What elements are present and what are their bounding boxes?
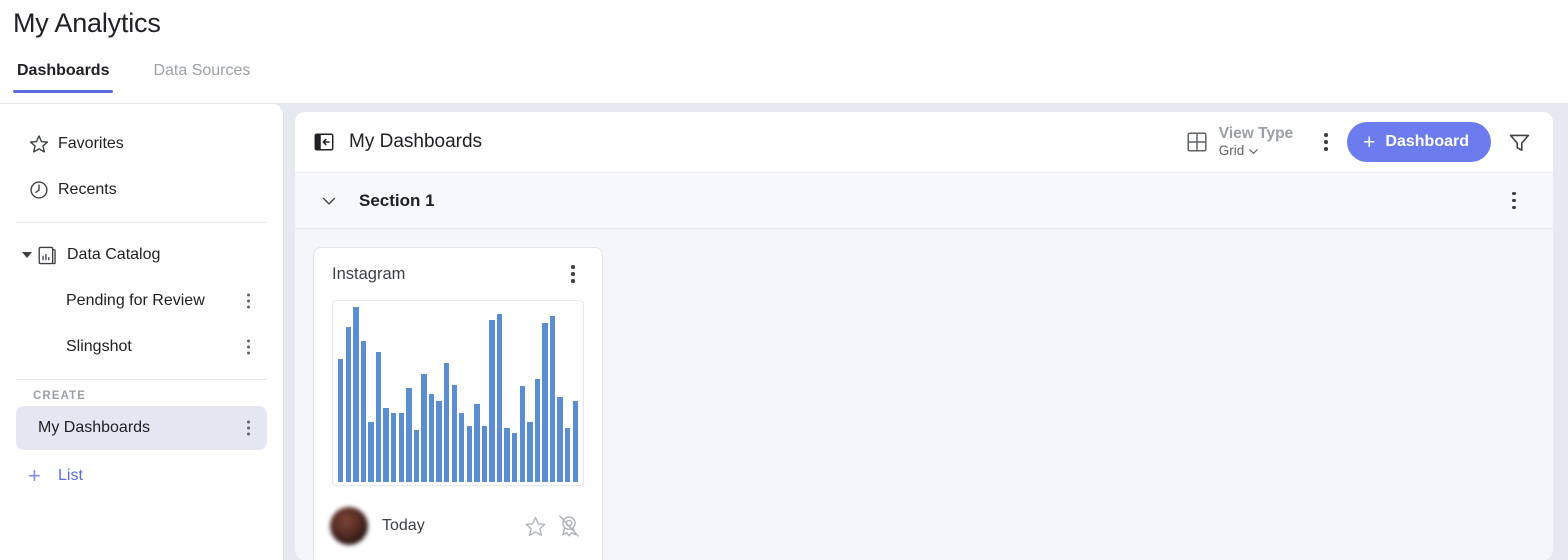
bar-11 (413, 429, 420, 482)
view-type-text: View Type Grid (1219, 125, 1293, 159)
section-header: Section 1 (295, 173, 1553, 229)
sidebar-add-list-label: List (58, 467, 83, 484)
page-body: Favorites Recents Data Catalog Pending f… (0, 104, 1568, 560)
card-chart (332, 300, 584, 486)
star-outline-icon[interactable] (518, 509, 552, 543)
catalog-icon (35, 244, 67, 267)
bar-22 (496, 314, 503, 482)
section-title: Section 1 (359, 190, 435, 210)
card-timestamp: Today (382, 517, 425, 534)
bar-12 (421, 373, 427, 482)
card-footer: Today (314, 486, 602, 560)
main-panel: My Dashboards View Type Grid + Dashboard… (295, 112, 1553, 560)
plus-icon: + (28, 463, 41, 488)
section-collapse-toggle[interactable] (315, 187, 343, 215)
sidebar-group-label-create: CREATE (33, 390, 87, 402)
panel-toolbar: My Dashboards View Type Grid + Dashboard (295, 112, 1553, 173)
sidebar-divider-2 (16, 379, 267, 380)
sidebar-item-menu-button[interactable] (239, 420, 257, 436)
card-title: Instagram (332, 264, 406, 283)
panel-title: My Dashboards (349, 131, 483, 152)
bar-26 (527, 422, 533, 482)
tab-bar: Dashboards Data Sources (13, 62, 290, 93)
bar-2 (345, 326, 352, 482)
sidebar-item-label: Slingshot (66, 338, 132, 355)
sidebar-divider-1 (16, 222, 267, 223)
sidebar-item-favorites[interactable]: Favorites (16, 122, 267, 166)
bar-23 (504, 427, 510, 482)
bar-9 (398, 413, 404, 482)
view-type-value: Grid (1218, 143, 1245, 159)
top-header: My Analytics Dashboards Data Sources (0, 0, 1568, 104)
bar-17 (459, 413, 465, 482)
cards-area: Instagram Today (295, 229, 1553, 560)
sidebar-item-recents[interactable]: Recents (16, 168, 267, 212)
bar-18 (466, 426, 473, 482)
bar-7 (383, 408, 389, 482)
bar-8 (391, 413, 397, 482)
sidebar-item-label: My Dashboards (38, 419, 151, 436)
bar-20 (481, 426, 488, 482)
bar-10 (406, 388, 412, 482)
sidebar-item-label: Pending for Review (66, 292, 205, 309)
bar-25 (519, 386, 525, 482)
bar-27 (534, 379, 541, 482)
view-type-label: View Type (1218, 125, 1294, 143)
bar-14 (436, 400, 442, 482)
add-dashboard-button[interactable]: + Dashboard (1347, 122, 1491, 162)
bar-1 (338, 359, 344, 482)
bar-30 (557, 397, 563, 482)
section-more-menu-button[interactable] (1499, 184, 1529, 218)
filter-icon[interactable] (1499, 122, 1539, 162)
view-type-value-row: Grid (1219, 143, 1293, 159)
certify-off-icon[interactable] (552, 509, 586, 543)
sidebar: Favorites Recents Data Catalog Pending f… (0, 104, 283, 560)
page-title: My Analytics (13, 8, 161, 38)
bar-3 (353, 307, 359, 482)
sidebar-add-list-button[interactable]: + List (16, 456, 267, 496)
sidebar-item-pending-for-review[interactable]: Pending for Review (16, 279, 267, 323)
sidebar-item-slingshot[interactable]: Slingshot (16, 325, 267, 369)
bar-16 (451, 384, 457, 482)
bar-chart-bars (337, 307, 579, 482)
dashboard-card[interactable]: Instagram Today (313, 247, 603, 560)
card-more-menu-button[interactable] (558, 257, 588, 291)
bar-13 (428, 393, 435, 482)
bar-4 (360, 341, 367, 482)
sidebar-item-data-catalog[interactable]: Data Catalog (16, 233, 267, 277)
bar-29 (549, 316, 556, 482)
bar-21 (489, 319, 495, 482)
bar-19 (474, 404, 480, 482)
sidebar-item-menu-button[interactable] (239, 293, 257, 309)
clock-icon (28, 179, 58, 201)
grid-icon (1185, 130, 1209, 154)
sidebar-item-menu-button[interactable] (239, 339, 257, 355)
card-header: Instagram (314, 248, 602, 300)
sidebar-item-label: Data Catalog (67, 246, 161, 263)
sidebar-item-label: Recents (58, 181, 117, 198)
star-icon (28, 133, 58, 155)
app-root: My Analytics Dashboards Data Sources Fav… (0, 0, 1568, 560)
sidebar-item-my-dashboards[interactable]: My Dashboards (16, 406, 267, 450)
collapse-panel-icon[interactable] (313, 131, 335, 153)
view-type-selector[interactable]: View Type Grid (1185, 125, 1293, 159)
toolbar-more-menu-button[interactable] (1311, 125, 1341, 159)
tab-dashboards[interactable]: Dashboards (13, 62, 114, 93)
plus-icon: + (1363, 130, 1376, 154)
tab-data-sources[interactable]: Data Sources (149, 62, 254, 93)
bar-15 (443, 362, 450, 482)
bar-31 (564, 427, 571, 482)
sidebar-item-label: Favorites (58, 135, 124, 152)
caret-down-icon[interactable] (22, 252, 32, 258)
bar-24 (512, 433, 518, 482)
bar-28 (542, 323, 548, 482)
bar-32 (572, 400, 578, 482)
bar-5 (368, 422, 374, 482)
avatar (330, 507, 368, 545)
bar-6 (375, 352, 382, 482)
chevron-down-icon (1249, 148, 1259, 154)
add-dashboard-label: Dashboard (1385, 133, 1469, 150)
